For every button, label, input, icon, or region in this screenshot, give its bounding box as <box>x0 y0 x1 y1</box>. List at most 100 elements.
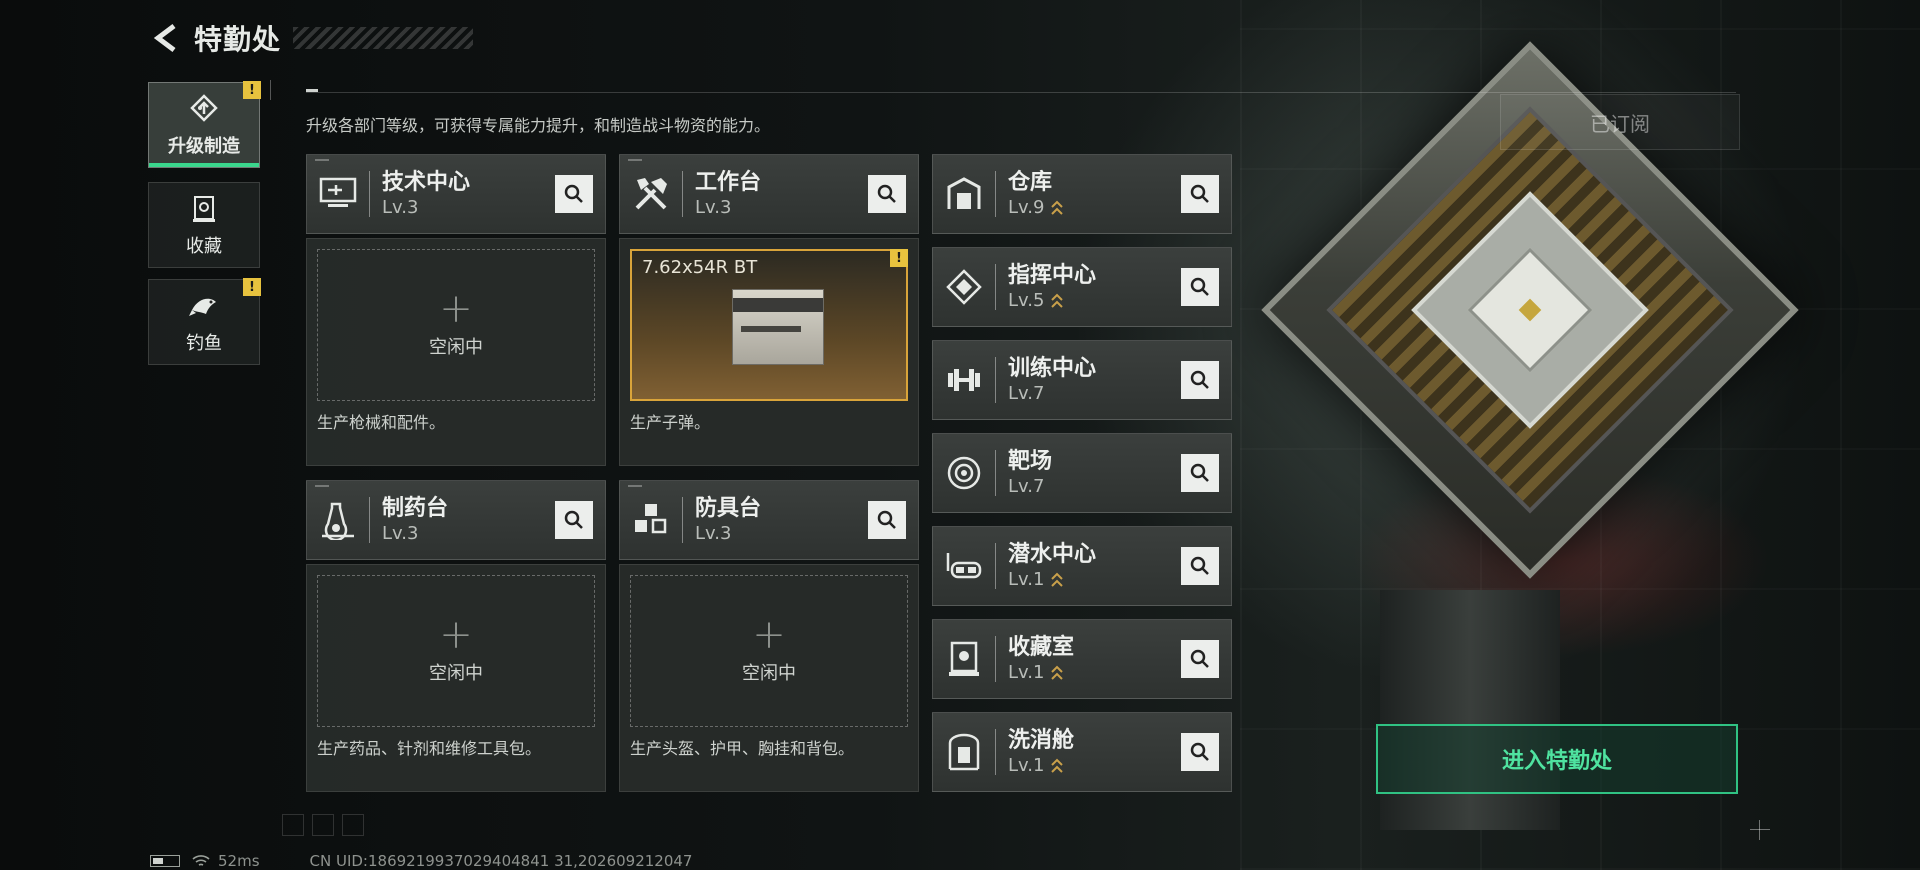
facility-header-workbench[interactable]: 工作台 Lv.3 <box>619 154 919 234</box>
facility-name: 制药台 <box>382 496 449 521</box>
idle-label: 空闲中 <box>429 337 483 358</box>
shooting-range-icon <box>933 433 995 513</box>
idle-production-slot[interactable]: + 空闲中 <box>317 575 595 727</box>
search-button[interactable] <box>1181 733 1219 771</box>
upgrade-available-icon <box>1050 292 1064 310</box>
facility-level: Lv.1 <box>1008 662 1045 683</box>
side-tab-collection[interactable]: 收藏 <box>148 182 260 268</box>
facility-description: 生产头盔、护甲、胸挂和背包。 <box>630 739 855 758</box>
search-button[interactable] <box>1181 361 1219 399</box>
facility-row-training-center[interactable]: 训练中心 Lv.7 <box>932 340 1232 420</box>
warning-badge: ! <box>243 278 261 296</box>
facility-row-collection-room[interactable]: 收藏室 Lv.1 <box>932 619 1232 699</box>
search-icon <box>877 510 896 529</box>
title-hatch-decoration <box>293 27 474 49</box>
facility-name: 洗消舱 <box>1008 728 1075 753</box>
search-button[interactable] <box>1181 268 1219 306</box>
upgrade-craft-icon <box>187 92 221 126</box>
facility-description: 生产药品、针剂和维修工具包。 <box>317 739 542 758</box>
facility-header-armor-bench[interactable]: 防具台 Lv.3 <box>619 480 919 560</box>
side-tab-label: 钓鱼 <box>186 333 222 354</box>
facility-level: Lv.7 <box>1008 476 1045 497</box>
side-tab-label: 收藏 <box>186 236 222 257</box>
side-tab-upgrade-craft[interactable]: 升级制造 ! <box>148 81 261 168</box>
battery-icon <box>150 855 180 867</box>
facility-level: Lv.1 <box>1008 755 1045 776</box>
facility-name: 收藏室 <box>1008 635 1075 660</box>
facility-name: 指挥中心 <box>1008 263 1097 288</box>
search-icon <box>1190 370 1209 389</box>
idle-production-slot[interactable]: + 空闲中 <box>630 575 908 727</box>
upgrade-available-icon <box>1050 757 1064 775</box>
search-icon <box>1190 463 1209 482</box>
subscribed-button[interactable]: 已订阅 <box>1500 94 1740 150</box>
footer-decoration <box>282 814 364 836</box>
upgrade-available-icon <box>1050 571 1064 589</box>
facility-header-pharmacy[interactable]: 制药台 Lv.3 <box>306 480 606 560</box>
facility-name: 潜水中心 <box>1008 542 1097 567</box>
ping-value: 52ms <box>218 852 260 870</box>
collection-room-icon <box>933 619 995 699</box>
search-icon <box>1190 742 1209 761</box>
facility-row-command-center[interactable]: 指挥中心 Lv.5 <box>932 247 1232 327</box>
enter-special-ops-button[interactable]: 进入特勤处 <box>1376 724 1738 794</box>
warning-badge: ! <box>243 81 261 99</box>
corner-mark <box>270 80 290 100</box>
header-divider-tick <box>306 89 318 92</box>
back-arrow-icon[interactable] <box>150 21 184 55</box>
facility-row-decontamination[interactable]: 洗消舱 Lv.1 <box>932 712 1232 792</box>
fish-icon <box>187 289 221 323</box>
facility-row-diving-center[interactable]: 潜水中心 Lv.1 <box>932 526 1232 606</box>
wifi-icon <box>192 854 210 868</box>
facility-level: Lv.3 <box>695 523 732 544</box>
diving-center-icon <box>933 526 995 606</box>
search-icon <box>1190 277 1209 296</box>
plus-icon: + <box>439 286 473 332</box>
corner-crosshair <box>1750 820 1770 840</box>
training-center-icon <box>933 340 995 420</box>
search-button[interactable] <box>1181 454 1219 492</box>
page-title: 特勤处 <box>194 23 282 56</box>
search-button[interactable] <box>1181 640 1219 678</box>
search-button[interactable] <box>868 501 906 539</box>
page-header: 特勤处 <box>150 18 474 58</box>
search-icon <box>1190 184 1209 203</box>
decontamination-icon <box>933 712 995 792</box>
active-production-slot[interactable]: 7.62x54R BT ! <box>630 249 908 401</box>
search-icon <box>877 184 896 203</box>
user-uid: CN UID:1869219937029404841 31,2026092120… <box>309 852 693 870</box>
armor-bench-icon <box>620 480 682 560</box>
search-icon <box>564 184 583 203</box>
side-tab-fishing[interactable]: 钓鱼 ! <box>148 278 261 365</box>
facility-level: Lv.3 <box>695 197 732 218</box>
search-button[interactable] <box>1181 175 1219 213</box>
collection-icon <box>187 192 221 226</box>
facility-name: 防具台 <box>695 496 762 521</box>
upgrade-available-icon <box>1050 199 1064 217</box>
facility-row-warehouse[interactable]: 仓库 Lv.9 <box>932 154 1232 234</box>
search-button[interactable] <box>1181 547 1219 585</box>
facility-panel-armor-bench: + 空闲中 生产头盔、护甲、胸挂和背包。 <box>619 564 919 792</box>
production-item-name: 7.62x54R BT <box>642 257 758 278</box>
facility-panel-tech-center: + 空闲中 生产枪械和配件。 <box>306 238 606 466</box>
facility-row-shooting-range[interactable]: 靶场 Lv.7 <box>932 433 1232 513</box>
facility-level: Lv.3 <box>382 523 419 544</box>
facility-level: Lv.7 <box>1008 383 1045 404</box>
search-button[interactable] <box>555 501 593 539</box>
facility-name: 技术中心 <box>382 170 471 195</box>
facility-header-tech-center[interactable]: 技术中心 Lv.3 <box>306 154 606 234</box>
plus-icon: + <box>439 612 473 658</box>
search-button[interactable] <box>868 175 906 213</box>
idle-production-slot[interactable]: + 空闲中 <box>317 249 595 401</box>
idle-label: 空闲中 <box>429 663 483 684</box>
pharmacy-icon <box>307 480 369 560</box>
facility-name: 工作台 <box>695 170 762 195</box>
search-icon <box>1190 556 1209 575</box>
plus-icon: + <box>752 612 786 658</box>
header-divider <box>306 92 1736 93</box>
idle-label: 空闲中 <box>742 663 796 684</box>
facility-name: 训练中心 <box>1008 356 1097 381</box>
search-button[interactable] <box>555 175 593 213</box>
search-icon <box>564 510 583 529</box>
facility-panel-workbench: 7.62x54R BT ! 生产子弹。 <box>619 238 919 466</box>
